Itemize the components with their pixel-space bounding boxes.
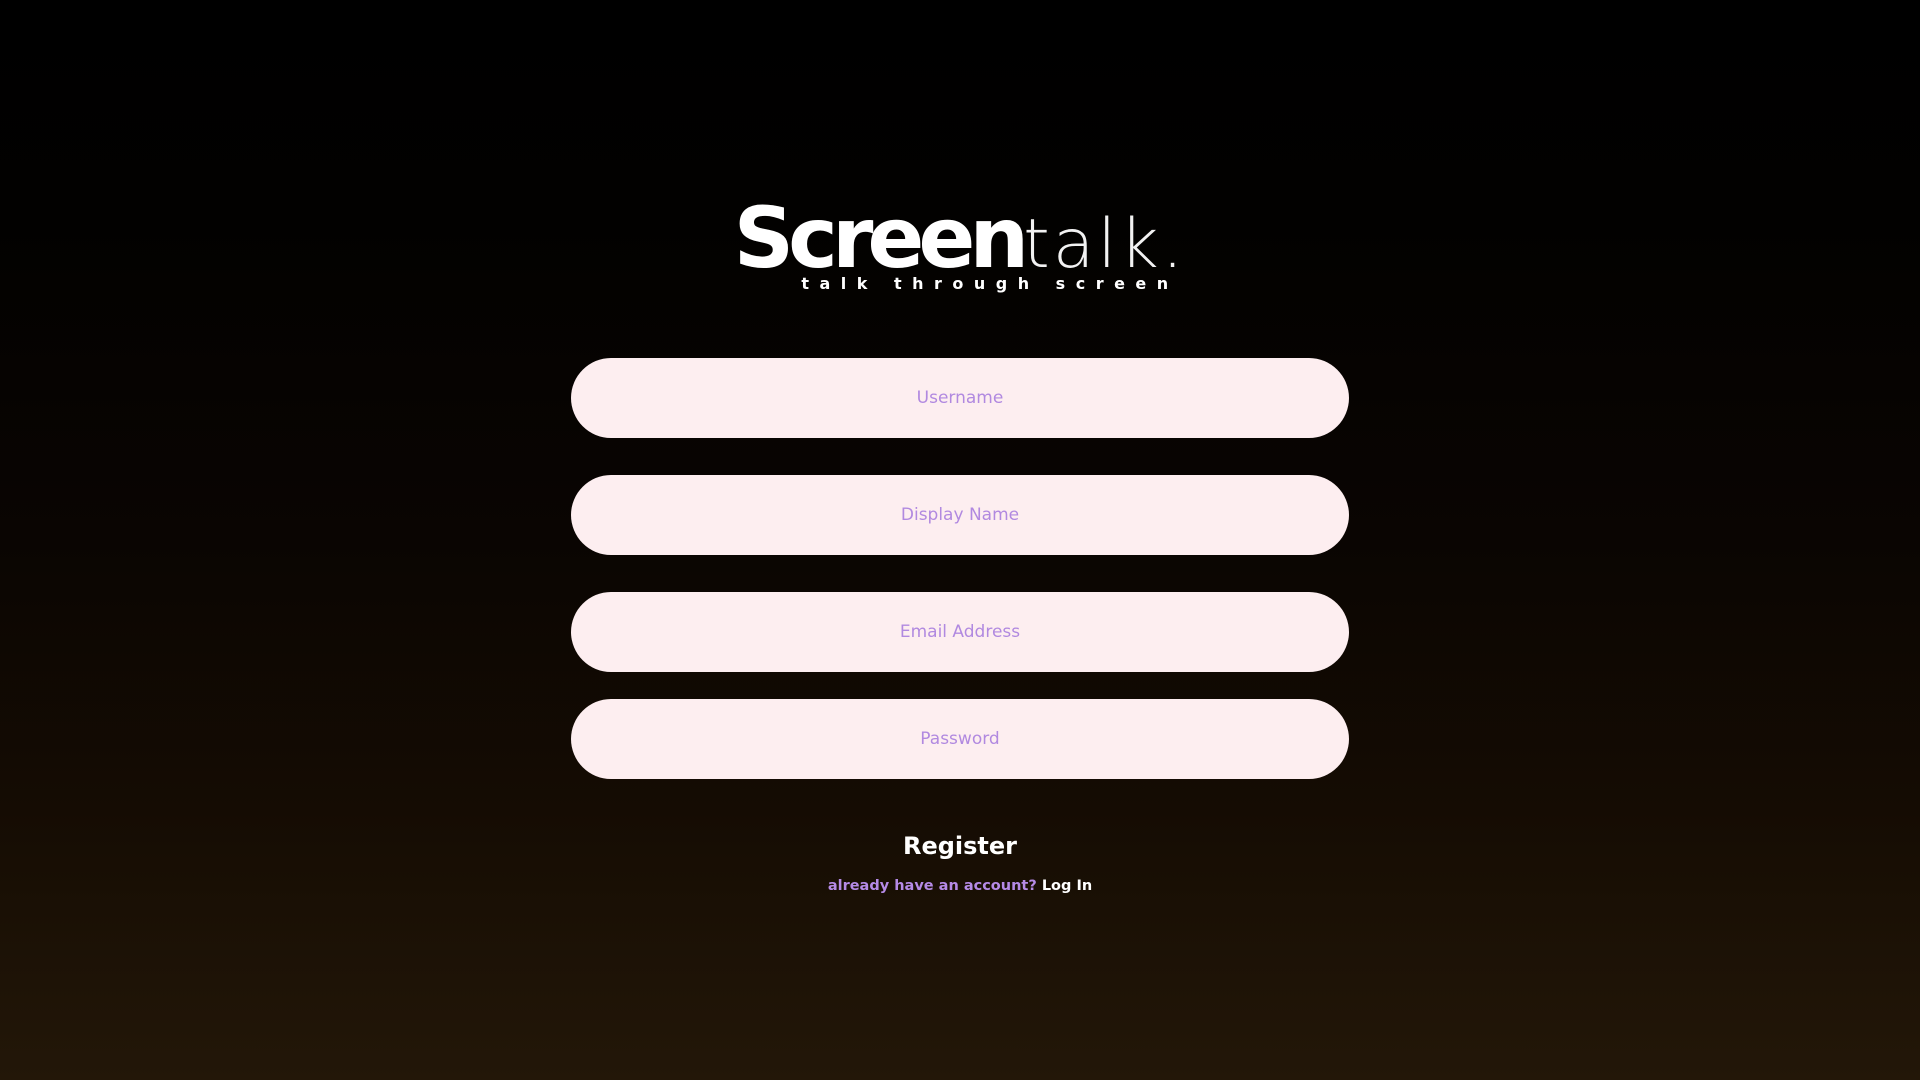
- display-name-input[interactable]: [571, 475, 1349, 555]
- logo-brand-light: talk.: [1023, 205, 1187, 284]
- password-input[interactable]: [571, 699, 1349, 779]
- email-input[interactable]: [571, 592, 1349, 672]
- login-link[interactable]: Log In: [1042, 878, 1092, 894]
- username-input[interactable]: [571, 358, 1349, 438]
- login-row: already have an account? Log In: [0, 878, 1920, 894]
- logo-brand-bold: Screen: [733, 189, 1029, 287]
- register-button[interactable]: Register: [903, 832, 1017, 860]
- screentalk-logo: Screentalk. talk through screen: [0, 196, 1920, 296]
- register-button-row: Register: [0, 832, 1920, 860]
- logo-wordmark: Screentalk. talk through screen: [734, 196, 1187, 292]
- login-prompt: already have an account?: [827, 878, 1037, 894]
